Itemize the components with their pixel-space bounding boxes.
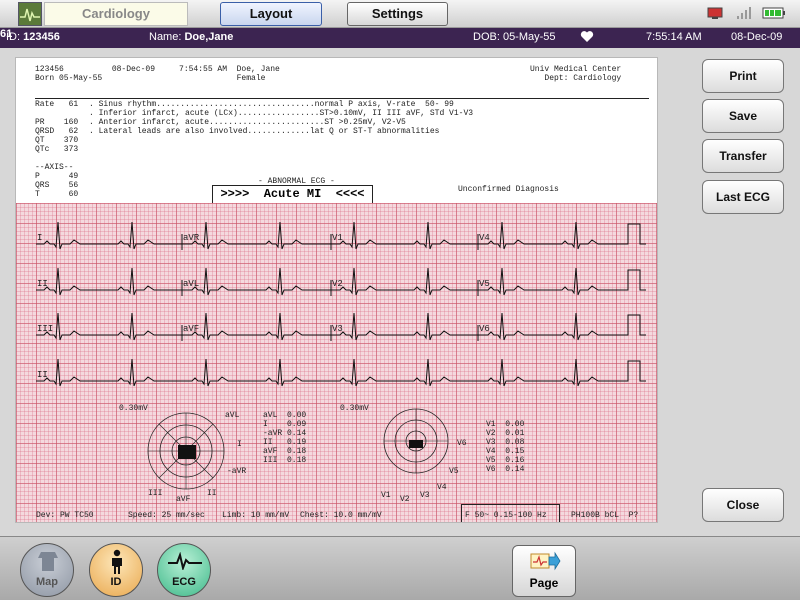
signal-strength-icon xyxy=(736,6,752,25)
patient-dob: DOB: 05-May-55 xyxy=(473,31,556,43)
report-header: 123456 08-Dec-09 7:54:55 AM Doe, Jane Bo… xyxy=(35,65,280,83)
system-status-area xyxy=(706,6,786,25)
measurements: Rate 61 PR 160 QRSD 62 QT 370 QTc 373 --… xyxy=(35,100,79,199)
id-button[interactable]: ID xyxy=(89,543,143,597)
person-icon xyxy=(112,549,122,574)
report-facility: Univ Medical Center Dept: Cardiology xyxy=(530,65,622,83)
lead-label: V6 xyxy=(479,324,490,334)
network-icon xyxy=(706,6,726,25)
heart-icon xyxy=(580,30,594,46)
ecg-trace-row xyxy=(36,358,646,387)
ecg-button[interactable]: ECG xyxy=(157,543,211,597)
limb-axis-label: I xyxy=(237,440,242,449)
ecg-report-page: 123456 08-Dec-09 7:54:55 AM Doe, Jane Bo… xyxy=(15,57,658,523)
bottom-dock: Map ID ECG Page xyxy=(0,536,800,600)
limb-axis-label: -aVR xyxy=(227,467,247,476)
top-toolbar: Cardiology Layout Settings xyxy=(0,0,800,28)
footer-filter: F 50~ 0.15-100 Hz xyxy=(465,511,547,520)
lead-label: V4 xyxy=(479,233,490,243)
current-date: 08-Dec-09 xyxy=(731,31,783,43)
footer-limb-gain: Limb: 10 mm/mV xyxy=(222,511,290,520)
st-vector-diagrams xyxy=(147,408,449,490)
map-label: Map xyxy=(36,576,58,588)
ecg-label: ECG xyxy=(172,576,196,588)
limb-axis-label: aVF xyxy=(176,495,191,504)
footer-device: Dev: PW TC50 xyxy=(36,511,94,520)
current-time: 7:55:14 AM xyxy=(646,31,702,43)
limb-vector-circle xyxy=(147,412,225,490)
lead-label: II xyxy=(37,279,48,289)
footer-chest-gain: Chest: 10.0 mm/mV xyxy=(300,511,382,520)
map-button[interactable]: Map xyxy=(20,543,74,597)
limb-axis-label: II xyxy=(207,489,217,498)
unconfirmed-diagnosis: Unconfirmed Diagnosis xyxy=(458,185,559,194)
ecg-wave-icon xyxy=(168,552,202,570)
save-button[interactable]: Save xyxy=(702,99,784,133)
app-logo-icon[interactable] xyxy=(18,2,42,26)
chest-vector-circle xyxy=(383,408,449,474)
close-button[interactable]: Close xyxy=(702,488,784,522)
lead-label: V3 xyxy=(332,324,343,334)
last-ecg-button[interactable]: Last ECG xyxy=(702,180,784,214)
print-button[interactable]: Print xyxy=(702,59,784,93)
lead-label: aVL xyxy=(183,279,200,289)
id-label: ID xyxy=(110,576,122,588)
map-icon xyxy=(38,552,58,571)
limb-axis-label: III xyxy=(148,489,163,498)
settings-button[interactable]: Settings xyxy=(347,2,448,26)
cardiology-tab[interactable]: Cardiology xyxy=(44,2,188,26)
page-label: Page xyxy=(529,576,559,590)
chest-axis-label: V1 xyxy=(381,491,391,500)
chest-axis-label: V3 xyxy=(420,491,430,500)
chest-st-values: V1 0.00 V2 0.01 V3 0.08 V4 0.15 V5 0.16 … xyxy=(486,420,525,474)
diagnosis-box: >>>> Acute MI <<<< xyxy=(212,185,373,204)
lead-label: V5 xyxy=(479,279,490,289)
lead-label: aVF xyxy=(183,324,200,334)
chest-axis-label: V4 xyxy=(437,483,447,492)
page-forward-icon xyxy=(530,551,561,571)
transfer-button[interactable]: Transfer xyxy=(702,139,784,173)
patient-name: Name: Doe,Jane xyxy=(149,31,234,43)
lead-label: III xyxy=(37,324,54,334)
limb-st-values: aVL 0.00 I 0.09 -aVR 0.14 II 0.19 aVF 0.… xyxy=(263,411,307,465)
lead-label: II xyxy=(37,370,48,380)
footer-speed: Speed: 25 mm/sec xyxy=(128,511,205,520)
patient-id: ID: 123456 xyxy=(6,31,60,43)
header-divider xyxy=(35,98,649,99)
battery-icon xyxy=(762,6,786,25)
chest-axis-label: V6 xyxy=(457,439,467,448)
interpretation-text: . Sinus rhythm..........................… xyxy=(89,100,474,136)
app-window: Cardiology Layout Settings ID: 123456 Na… xyxy=(0,0,800,600)
patient-info-bar: ID: 123456 Name: Doe,Jane DOB: 05-May-55… xyxy=(0,28,800,48)
chest-axis-label: V2 xyxy=(400,495,410,504)
lead-label: V2 xyxy=(332,279,343,289)
lead-label: I xyxy=(37,233,43,243)
footer-code: PH100B bCL P? xyxy=(571,511,639,520)
chest-axis-label: V5 xyxy=(449,467,459,476)
limb-axis-label: aVL xyxy=(225,411,240,420)
lead-label: V1 xyxy=(332,233,343,243)
lead-label: aVR xyxy=(183,233,200,243)
layout-button[interactable]: Layout xyxy=(220,2,322,26)
page-button[interactable]: Page xyxy=(512,545,576,597)
